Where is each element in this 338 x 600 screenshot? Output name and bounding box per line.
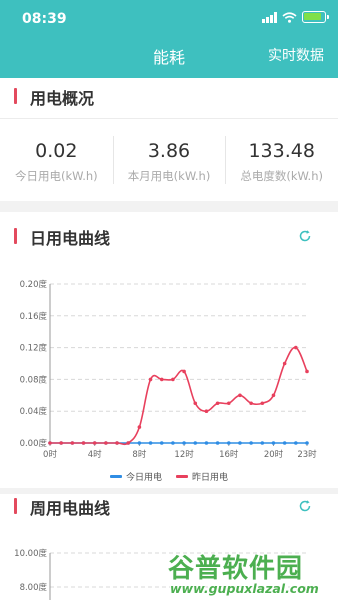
stat-label: 本月用电(kW.h) bbox=[127, 169, 211, 183]
data-point bbox=[70, 441, 75, 445]
refresh-icon[interactable] bbox=[298, 499, 312, 513]
data-point bbox=[159, 377, 164, 382]
x-tick-label: 0时 bbox=[43, 449, 57, 460]
data-point bbox=[204, 441, 209, 445]
x-tick-label: 23时 bbox=[297, 449, 317, 460]
wifi-icon bbox=[282, 11, 297, 23]
x-tick-label: 16时 bbox=[219, 449, 239, 460]
legend-yesterday: 昨日用电 bbox=[176, 470, 228, 483]
chart-legend: 今日用电 昨日用电 bbox=[0, 470, 338, 483]
data-point bbox=[81, 441, 86, 445]
data-point bbox=[115, 441, 119, 445]
legend-today: 今日用电 bbox=[109, 470, 162, 483]
status-icons bbox=[262, 11, 329, 23]
refresh-icon[interactable] bbox=[298, 229, 312, 243]
overview-title: 用电概况 bbox=[30, 89, 95, 108]
data-point bbox=[294, 345, 298, 350]
section-marker bbox=[14, 498, 17, 514]
y-tick-label: 0.04度 bbox=[20, 406, 48, 417]
stat-total: 133.48 总电度数(kW.h) bbox=[225, 122, 338, 198]
daily-usage-chart: 0.20度 0.16度 0.12度 0.08度 0.04度 0.00度0时 4时 8时 12时 1… bbox=[20, 279, 318, 460]
top-bar: 08:39 能耗 实时数据 bbox=[0, 0, 338, 80]
legend-label: 今日用电 bbox=[125, 473, 162, 483]
data-point bbox=[193, 441, 198, 445]
data-point bbox=[59, 441, 63, 445]
weekly-title: 周用电曲线 bbox=[30, 499, 111, 518]
data-point bbox=[215, 401, 220, 406]
y-tick-label: 8.00度 bbox=[20, 582, 48, 593]
data-point bbox=[148, 441, 153, 445]
y-tick-label: 0.08度 bbox=[20, 374, 48, 385]
y-tick-label: 0.20度 bbox=[20, 279, 48, 290]
section-marker bbox=[14, 228, 17, 244]
data-point bbox=[137, 441, 142, 445]
legend-label: 昨日用电 bbox=[192, 473, 229, 483]
stat-month: 3.86 本月用电(kW.h) bbox=[112, 122, 226, 198]
status-time: 08:39 bbox=[22, 11, 67, 27]
data-point bbox=[182, 441, 186, 445]
data-point bbox=[305, 441, 309, 445]
data-point bbox=[137, 425, 142, 429]
data-point bbox=[282, 361, 287, 366]
battery-icon bbox=[302, 11, 329, 23]
watermark-url: www.gupuxlazal.com bbox=[170, 581, 319, 596]
data-point bbox=[171, 377, 175, 382]
section-marker bbox=[14, 88, 17, 104]
data-point bbox=[271, 393, 276, 398]
data-point bbox=[215, 441, 220, 445]
data-point bbox=[260, 441, 265, 445]
data-point bbox=[249, 441, 253, 445]
watermark-logo-text: 谷普软件园 bbox=[168, 554, 304, 584]
y-tick-label: 0.16度 bbox=[20, 311, 48, 322]
overview-stats: 0.02 今日用电(kW.h) 3.86 本月用电(kW.h) 133.48 总… bbox=[0, 122, 338, 198]
data-point bbox=[182, 369, 186, 374]
y-tick-label: 0.12度 bbox=[20, 343, 48, 354]
stat-label: 总电度数(kW.h) bbox=[240, 169, 323, 183]
status-bar: 08:39 bbox=[0, 0, 338, 38]
daily-header: 日用电曲线 bbox=[0, 212, 338, 260]
data-point bbox=[48, 441, 52, 445]
data-point bbox=[104, 441, 108, 445]
stat-today: 0.02 今日用电(kW.h) bbox=[0, 122, 113, 198]
stat-value: 0.02 bbox=[35, 140, 78, 162]
x-tick-label: 4时 bbox=[88, 449, 102, 460]
data-point bbox=[92, 441, 97, 445]
signal-icon bbox=[262, 11, 277, 23]
data-point bbox=[193, 401, 198, 406]
data-point bbox=[260, 401, 265, 406]
x-tick-label: 8时 bbox=[132, 449, 146, 460]
weekly-header: 周用电曲线 bbox=[0, 494, 338, 536]
data-point bbox=[271, 441, 276, 445]
data-point bbox=[305, 369, 309, 374]
stat-label: 今日用电(kW.h) bbox=[15, 169, 98, 183]
data-point bbox=[126, 441, 131, 445]
data-point bbox=[238, 393, 242, 398]
legend-swatch bbox=[109, 475, 122, 478]
data-point bbox=[171, 441, 175, 445]
y-tick-label: 0.00度 bbox=[20, 438, 48, 449]
x-tick-label: 12时 bbox=[174, 449, 194, 460]
data-point bbox=[282, 441, 287, 445]
overview-header: 用电概况 bbox=[0, 77, 338, 119]
data-point bbox=[294, 441, 298, 445]
divider bbox=[0, 118, 338, 119]
series-line-1 bbox=[50, 346, 308, 446]
data-point bbox=[226, 441, 231, 445]
data-point bbox=[159, 441, 164, 445]
daily-title: 日用电曲线 bbox=[30, 229, 111, 248]
data-point bbox=[226, 401, 231, 406]
y-tick-label: 10.00度 bbox=[14, 548, 47, 559]
data-point bbox=[148, 377, 153, 382]
realtime-data-button[interactable]: 实时数据 bbox=[268, 45, 324, 65]
stat-value: 3.86 bbox=[147, 140, 191, 162]
x-tick-label: 20时 bbox=[264, 449, 284, 460]
data-point bbox=[238, 441, 242, 445]
site-watermark: 谷普软件园 www.gupuxlazal.com bbox=[168, 548, 338, 600]
stat-value: 133.48 bbox=[248, 140, 315, 162]
legend-swatch bbox=[176, 475, 188, 478]
data-point bbox=[204, 409, 209, 413]
data-point bbox=[249, 401, 253, 406]
